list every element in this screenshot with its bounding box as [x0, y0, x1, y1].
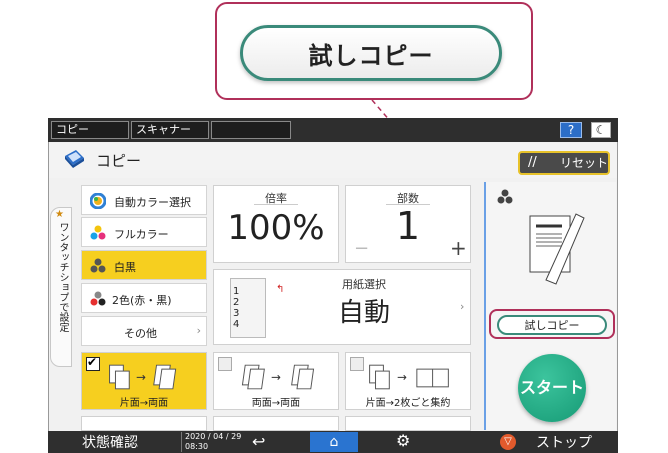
- svg-text:→: →: [271, 370, 281, 384]
- reset-label: リセット: [560, 156, 609, 170]
- status-check-button[interactable]: 状態確認: [82, 432, 138, 452]
- back-icon[interactable]: ↩: [252, 432, 265, 451]
- auto-tray-arrow-icon: ↰: [276, 284, 285, 295]
- duplex-icon: →: [109, 364, 177, 390]
- black-white-mode-icon: [497, 189, 513, 204]
- divider: [181, 432, 182, 452]
- tab-empty[interactable]: [211, 121, 291, 139]
- divider: [254, 204, 298, 205]
- star-icon: ★: [55, 209, 64, 220]
- decrement-button[interactable]: −: [354, 238, 369, 259]
- duplex-2to2-button[interactable]: → 両面→両面: [213, 352, 339, 410]
- duplex-combine-button[interactable]: → 片面→2枚ごと集約: [345, 352, 471, 410]
- chevron-right-icon: ›: [196, 324, 201, 337]
- paper-label: 用紙選択: [342, 278, 386, 291]
- chevron-right-icon: ›: [460, 300, 465, 313]
- full-color-button[interactable]: フルカラー: [81, 217, 207, 247]
- side-tab-label: ワンタッチショプで設定: [57, 222, 68, 332]
- tab-scanner[interactable]: スキャナー: [131, 121, 209, 139]
- label: 両面→両面: [251, 398, 301, 409]
- duplex-icon: →: [241, 364, 315, 390]
- auto-color-button[interactable]: 自動カラー選択: [81, 185, 207, 215]
- partial-row-button[interactable]: [213, 416, 339, 431]
- paper-select-panel[interactable]: 1234 ↰ 用紙選択 自動 ›: [213, 269, 471, 345]
- black-white-button[interactable]: 白黒: [81, 250, 207, 280]
- label: 自動カラー選択: [114, 196, 191, 209]
- copy-app-icon: [65, 150, 84, 168]
- home-icon: ⌂: [329, 434, 339, 450]
- tab-copy[interactable]: コピー: [51, 121, 129, 139]
- two-color-icon: [90, 291, 106, 306]
- label: 白黒: [114, 261, 136, 274]
- other-color-button[interactable]: その他 ›: [81, 316, 207, 346]
- page-title: コピー: [96, 152, 142, 170]
- full-color-icon: [90, 225, 106, 240]
- tray-numbers: 1234: [233, 286, 240, 330]
- black-white-icon: [90, 258, 106, 273]
- duplex-icon: →: [369, 364, 449, 390]
- label: 片面→2枚ごと集約: [365, 398, 451, 409]
- svg-text:→: →: [136, 370, 146, 384]
- reset-button[interactable]: // リセット: [518, 151, 610, 175]
- label: 2色(赤・黒): [112, 294, 172, 307]
- ratio-panel[interactable]: 倍率 100%: [213, 185, 339, 263]
- paper-value: 自動: [337, 298, 390, 328]
- label: 片面→両面: [119, 398, 169, 409]
- preview-document-icon: [529, 213, 585, 285]
- start-button[interactable]: スタート: [518, 354, 586, 422]
- stop-icon: ▽: [500, 434, 516, 450]
- auto-color-icon: [90, 193, 106, 209]
- reset-icon: //: [528, 155, 537, 170]
- trial-copy-button[interactable]: 試しコピー: [497, 315, 607, 335]
- help-button[interactable]: ?: [560, 122, 582, 138]
- energy-saver-icon[interactable]: ☾: [591, 122, 611, 138]
- label: フルカラー: [114, 228, 169, 241]
- ratio-value: 100%: [227, 208, 325, 248]
- svg-text:→: →: [397, 370, 407, 384]
- stop-button[interactable]: ストップ: [536, 432, 592, 452]
- partial-row-button[interactable]: [81, 416, 207, 431]
- datetime: 2020 / 04 / 29 08:30: [185, 432, 242, 451]
- increment-button[interactable]: +: [450, 236, 467, 260]
- home-button[interactable]: ⌂: [310, 432, 358, 452]
- duplex-1to2-button[interactable]: ✔ → 片面→両面: [81, 352, 207, 410]
- label: その他: [124, 327, 157, 340]
- partial-row-button[interactable]: [345, 416, 471, 431]
- copies-panel[interactable]: 部数 1 − +: [345, 185, 471, 263]
- settings-gear-icon[interactable]: ⚙: [396, 431, 410, 450]
- two-color-button[interactable]: 2色(赤・黒): [81, 283, 207, 313]
